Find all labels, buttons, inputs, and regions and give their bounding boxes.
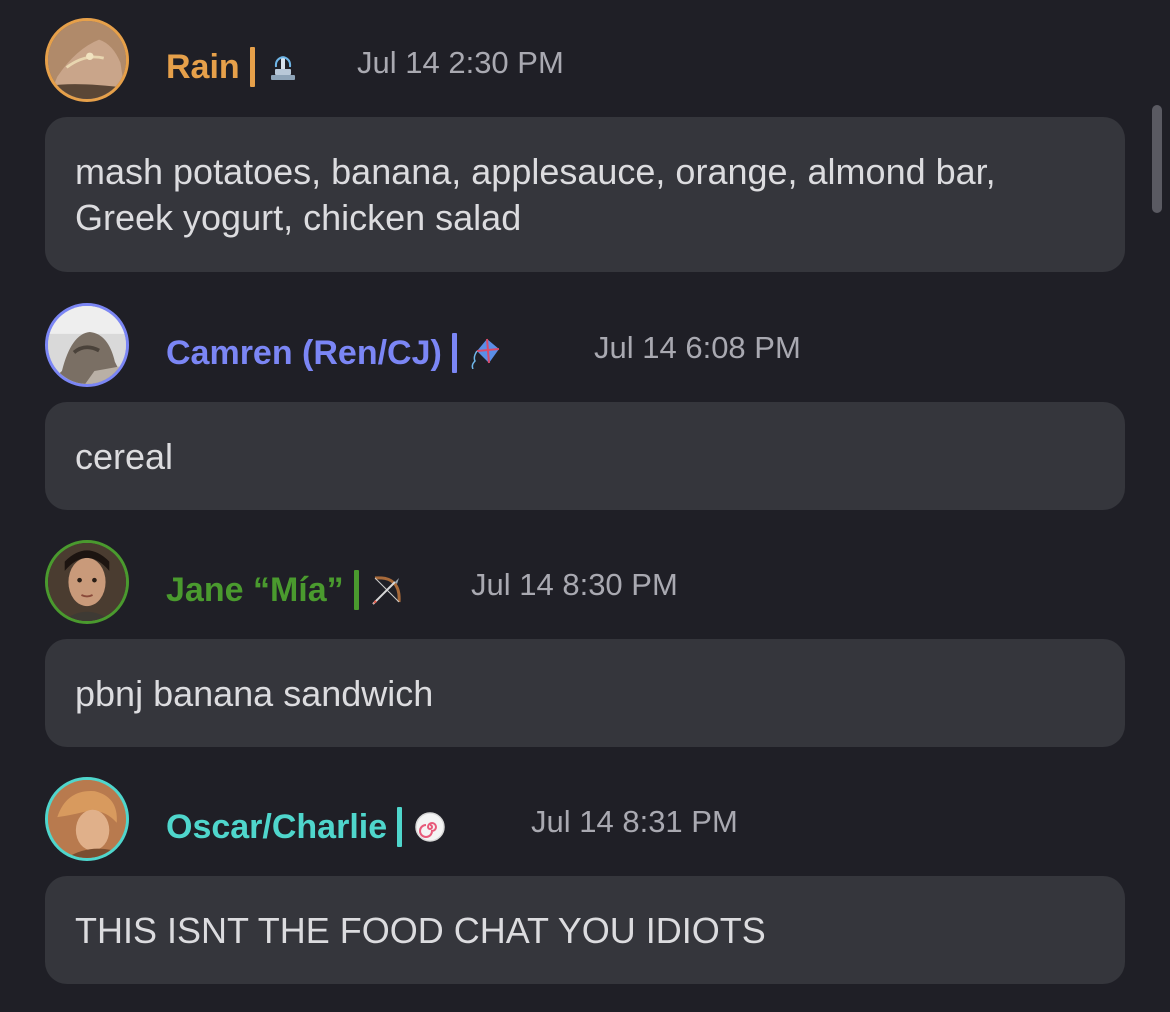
- message-timestamp: Jul 14 2:30 PM: [357, 45, 564, 80]
- role-divider: [397, 807, 403, 847]
- message-bubble: mash potatoes, banana, applesauce, orang…: [45, 117, 1125, 272]
- scrollbar-thumb[interactable]: [1152, 105, 1162, 213]
- username-text: Oscar/Charlie: [166, 808, 388, 846]
- message-timestamp: Jul 14 6:08 PM: [594, 330, 801, 365]
- username[interactable]: Oscar/Charlie: [166, 807, 446, 847]
- message-bubble: cereal: [45, 402, 1125, 510]
- user-avatar[interactable]: [45, 777, 129, 861]
- bow-and-arrow-icon: [371, 574, 403, 606]
- user-avatar[interactable]: [45, 18, 129, 102]
- message-text: mash potatoes, banana, applesauce, orang…: [75, 151, 996, 238]
- role-divider: [451, 333, 457, 373]
- user-avatar[interactable]: [45, 303, 129, 387]
- message-text: pbnj banana sandwich: [75, 673, 434, 714]
- message-timestamp: Jul 14 8:30 PM: [471, 567, 678, 602]
- username[interactable]: Camren (Ren/CJ): [166, 333, 501, 373]
- username-text: Rain: [166, 48, 240, 86]
- message-bubble: THIS ISNT THE FOOD CHAT YOU IDIOTS: [45, 876, 1125, 984]
- username[interactable]: Rain: [166, 47, 299, 87]
- username-text: Jane “Mía”: [166, 571, 344, 609]
- username-text: Camren (Ren/CJ): [166, 334, 442, 372]
- user-avatar[interactable]: [45, 540, 129, 624]
- username[interactable]: Jane “Mía”: [166, 570, 403, 610]
- role-divider: [249, 47, 255, 87]
- fountain-icon: [267, 51, 299, 83]
- message-timestamp: Jul 14 8:31 PM: [531, 804, 738, 839]
- fish-cake-icon: [414, 811, 446, 843]
- message-header: Rain Jul 14 2:30 PM: [0, 0, 1140, 102]
- role-divider: [353, 570, 359, 610]
- message-bubble: pbnj banana sandwich: [45, 639, 1125, 747]
- message-text: THIS ISNT THE FOOD CHAT YOU IDIOTS: [75, 910, 766, 951]
- chat-channel: Rain Jul 14 2:30 PM mash potatoes, banan…: [0, 0, 1170, 1012]
- message-text: cereal: [75, 436, 174, 477]
- kite-icon: [469, 337, 501, 369]
